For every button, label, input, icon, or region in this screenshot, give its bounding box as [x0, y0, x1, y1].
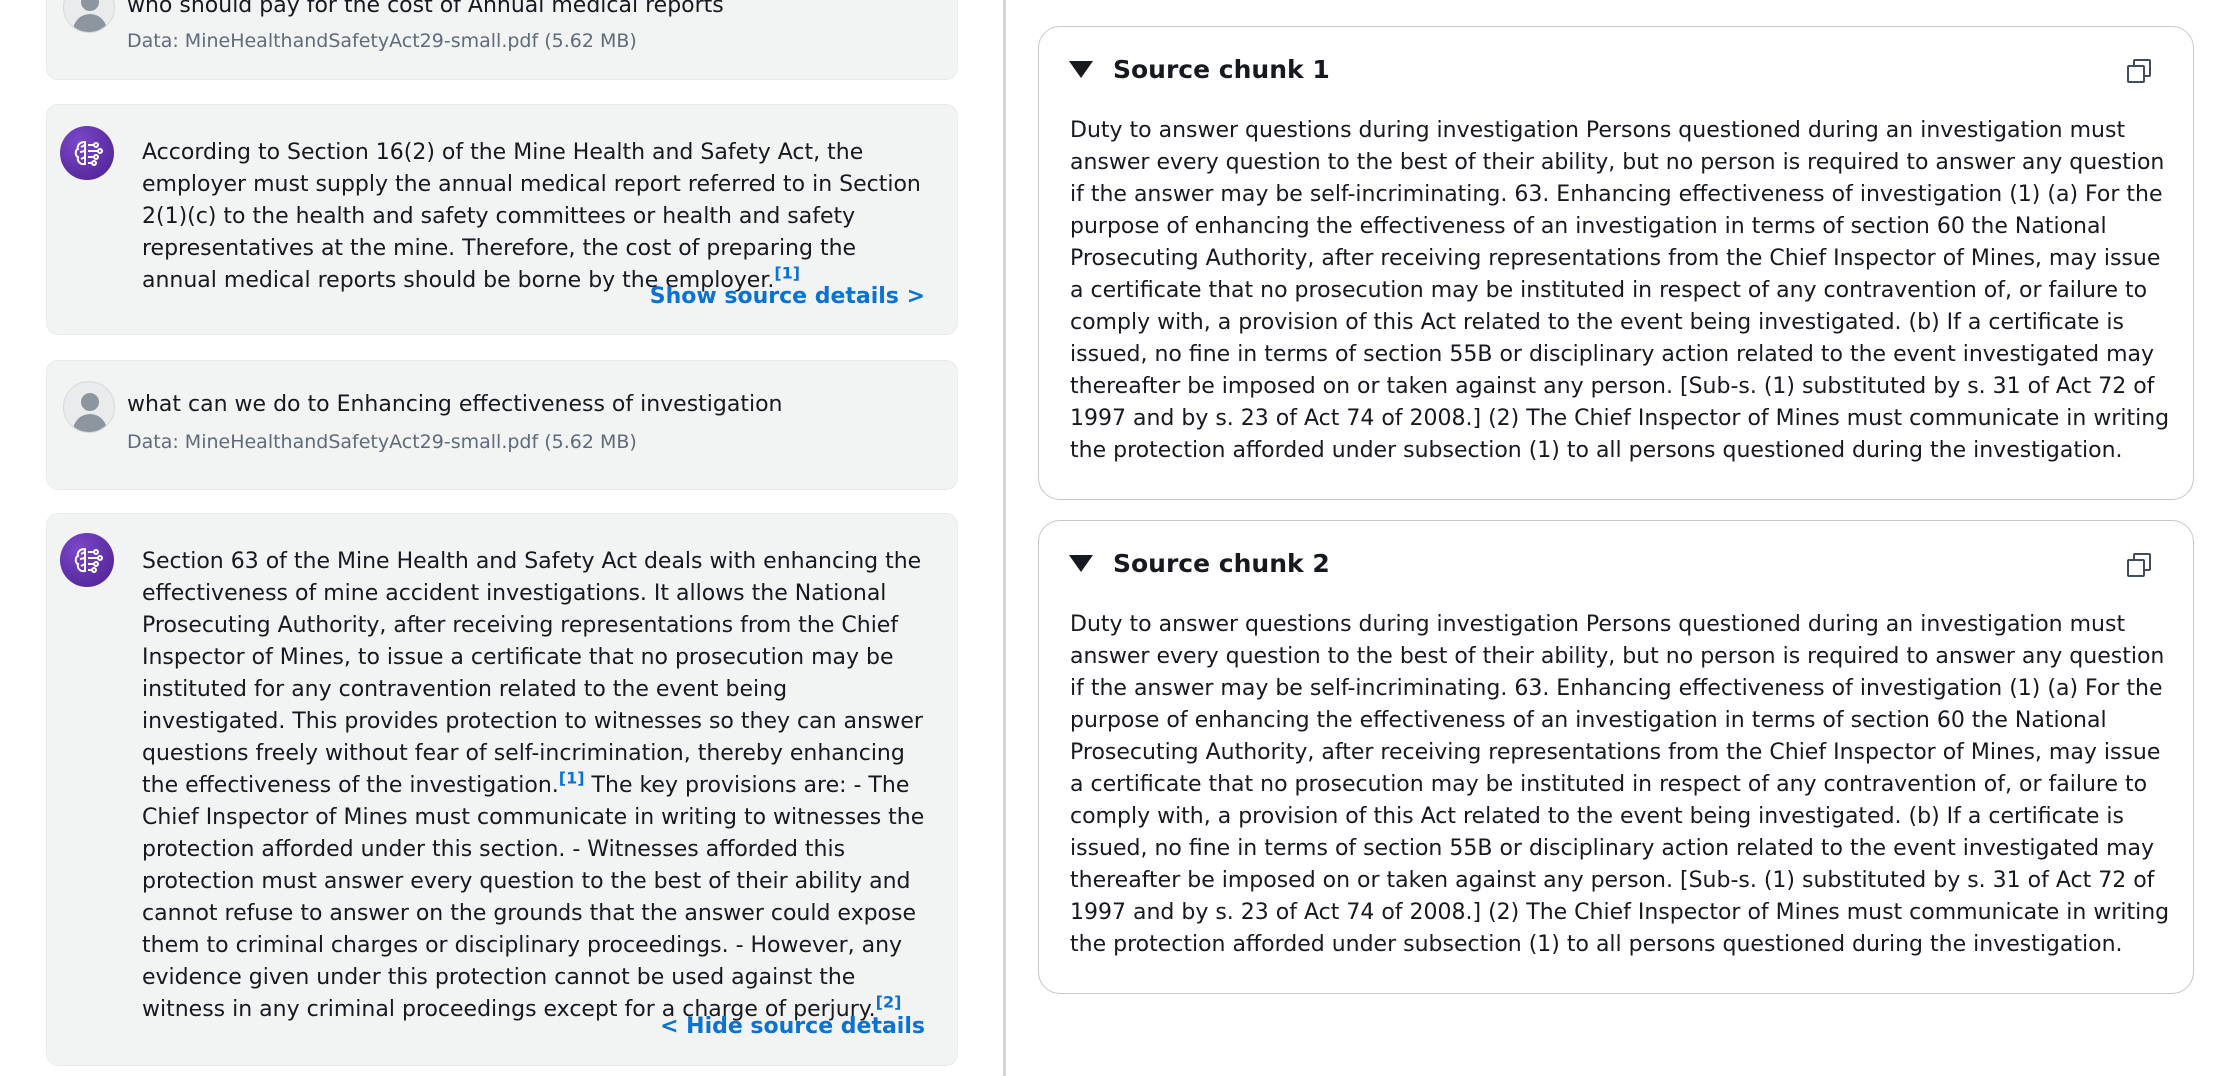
source-details-panel: Source chunk 1 Duty to answer questions … [1006, 0, 2214, 1076]
assistant-answer: Section 63 of the Mine Health and Safety… [142, 546, 932, 1026]
user-message: what can we do to Enhancing effectivenes… [46, 360, 958, 490]
citation-link[interactable]: [1] [559, 769, 585, 788]
assistant-answer: According to Section 16(2) of the Mine H… [142, 137, 932, 297]
source-chunk: Source chunk 2 Duty to answer questions … [1038, 520, 2194, 994]
citation-link[interactable]: [1] [774, 264, 800, 283]
chat-panel: who should pay for the cost of Annual me… [0, 0, 1003, 1076]
source-chunk: Source chunk 1 Duty to answer questions … [1038, 26, 2194, 500]
copy-icon[interactable] [2127, 553, 2151, 577]
brain-circuit-icon [60, 126, 114, 180]
user-avatar-icon [63, 381, 115, 433]
user-avatar-icon [63, 0, 115, 33]
hide-source-details-link[interactable]: < Hide source details [660, 1014, 925, 1039]
data-source-label: Data: MineHealthandSafetyAct29-small.pdf… [127, 30, 637, 52]
citation-link[interactable]: [2] [876, 993, 902, 1012]
user-message: who should pay for the cost of Annual me… [46, 0, 958, 80]
source-chunk-text: Duty to answer questions during investig… [1070, 118, 2170, 463]
caret-down-icon [1069, 61, 1093, 78]
user-question: what can we do to Enhancing effectivenes… [127, 392, 783, 417]
source-chunk-title: Source chunk 1 [1113, 55, 1330, 84]
expand-toggle[interactable]: Source chunk 2 [1069, 549, 1330, 578]
user-question: who should pay for the cost of Annual me… [127, 0, 724, 18]
data-source-label: Data: MineHealthandSafetyAct29-small.pdf… [127, 431, 637, 453]
source-chunk-text: Duty to answer questions during investig… [1070, 612, 2170, 957]
brain-circuit-icon [60, 533, 114, 587]
app-window: who should pay for the cost of Annual me… [0, 0, 2214, 1076]
answer-text: According to Section 16(2) of the Mine H… [142, 140, 921, 293]
assistant-message: Section 63 of the Mine Health and Safety… [46, 513, 958, 1066]
show-source-details-link[interactable]: Show source details > [650, 284, 925, 309]
answer-text: The key provisions are: - The Chief Insp… [142, 773, 925, 1022]
expand-toggle[interactable]: Source chunk 1 [1069, 55, 1330, 84]
assistant-message: According to Section 16(2) of the Mine H… [46, 104, 958, 335]
copy-icon[interactable] [2127, 59, 2151, 83]
caret-down-icon [1069, 555, 1093, 572]
answer-text: Section 63 of the Mine Health and Safety… [142, 549, 923, 798]
source-chunk-title: Source chunk 2 [1113, 549, 1330, 578]
